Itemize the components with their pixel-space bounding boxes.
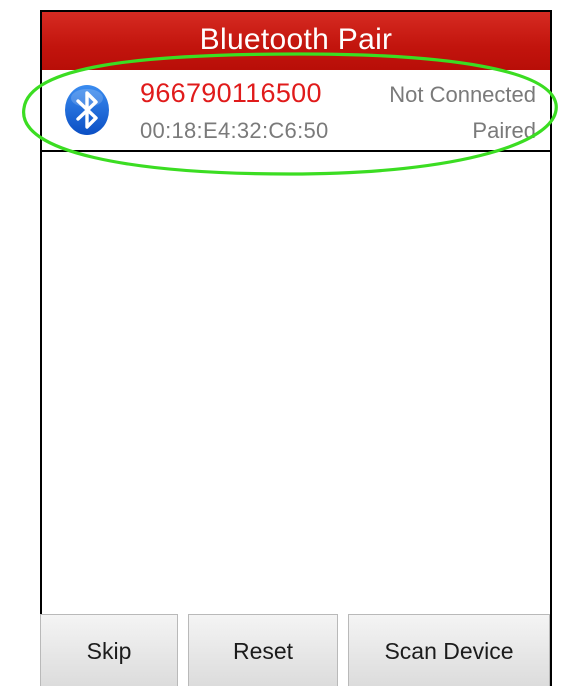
bottom-button-bar: Skip Reset Scan Device: [40, 614, 552, 686]
skip-button[interactable]: Skip: [40, 614, 178, 686]
connection-status: Not Connected: [389, 82, 536, 107]
scan-device-button[interactable]: Scan Device: [348, 614, 550, 686]
device-address: 00:18:E4:32:C6:50: [140, 118, 329, 143]
app-screen: Bluetooth Pair 966790116500 Not Connecte…: [40, 10, 552, 686]
reset-button[interactable]: Reset: [188, 614, 338, 686]
device-name: 966790116500: [140, 78, 322, 108]
pair-status: Paired: [472, 118, 536, 143]
bluetooth-icon: [64, 84, 110, 136]
title-bar: Bluetooth Pair: [42, 12, 550, 70]
page-title: Bluetooth Pair: [199, 23, 393, 56]
device-list-item[interactable]: 966790116500 Not Connected 00:18:E4:32:C…: [42, 70, 550, 152]
